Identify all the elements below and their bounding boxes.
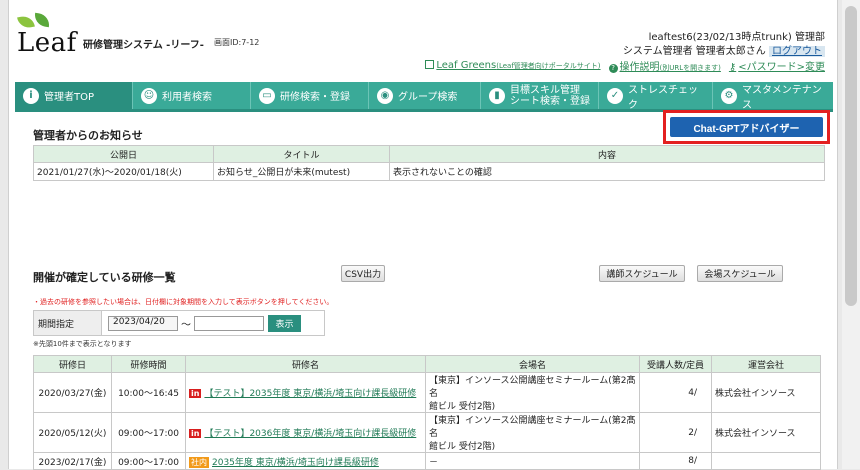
period-label: 期間指定 bbox=[34, 311, 102, 335]
notice-content: 表示されないことの確認 bbox=[389, 162, 825, 181]
column-header: 運営会社 bbox=[711, 355, 821, 373]
nav-admin-top[interactable]: i 管理者TOP bbox=[15, 82, 133, 109]
group-icon: ◉ bbox=[377, 87, 393, 104]
show-button[interactable]: 表示 bbox=[268, 314, 301, 332]
insource-tag: in bbox=[189, 429, 202, 438]
nav-course-search[interactable]: ▭ 研修検索・登録 bbox=[251, 82, 369, 109]
notice-date: 2021/01/27(水)～2020/01/18(火) bbox=[33, 162, 214, 181]
column-header: 研修時間 bbox=[111, 355, 186, 373]
nav-master-maintenance[interactable]: ⚙ マスタメンテナンス bbox=[713, 82, 833, 111]
column-header: 受講人数/定員 bbox=[639, 355, 712, 373]
scrollbar-thumb[interactable] bbox=[845, 6, 857, 306]
course-link[interactable]: 【テスト】2036年度 東京/横浜/埼玉向け課長級研修 bbox=[204, 429, 416, 439]
logout-link[interactable]: ログアウト bbox=[769, 46, 825, 57]
leaf-logo: Leaf bbox=[17, 12, 77, 58]
venue-schedule-button[interactable]: 会場スケジュール bbox=[697, 265, 783, 282]
column-header: 公開日 bbox=[33, 145, 214, 163]
table-row: 2021/01/27(水)～2020/01/18(火) お知らせ_公開日が未来(… bbox=[33, 162, 825, 181]
leaf-greens-link[interactable]: Leaf Greens(Leaf管理者向けポータルサイト) bbox=[425, 60, 601, 71]
user-info: システム管理者 管理者太郎さん ログアウト bbox=[623, 42, 825, 57]
column-header: 内容 bbox=[389, 145, 825, 163]
courses-title: 開催が確定している研修一覧 bbox=[33, 271, 176, 284]
course-link[interactable]: 2035年度 東京/横浜/埼玉向け課長級研修 bbox=[212, 458, 379, 468]
info-icon: i bbox=[23, 87, 39, 104]
main-nav: i 管理者TOP ☺ 利用者検索 ▭ 研修検索・登録 ◉ グループ検索 ▮ 目標スキル管理… bbox=[15, 82, 833, 112]
monitor-icon: ▭ bbox=[259, 87, 275, 104]
scrollbar[interactable] bbox=[842, 0, 860, 469]
period-from-input[interactable]: 2023/04/20 bbox=[108, 315, 178, 331]
gear-icon: ⚙ bbox=[721, 87, 737, 104]
past-course-note: ・過去の研修を参照したい場合は、日付欄に対象期間を入力して表示ボタンを押してくだ… bbox=[33, 298, 334, 306]
page: Leaf 研修管理システム -リーフ- 画面ID:7-12 leaftest6(… bbox=[8, 0, 838, 470]
table-row: 2020/03/27(金) 10:00～16:45 in 【テスト】2035年度 … bbox=[33, 372, 821, 413]
instructor-schedule-button[interactable]: 講師スケジュール bbox=[599, 265, 685, 282]
chat-gpt-advisor-button[interactable]: Chat-GPTアドバイザー bbox=[670, 117, 823, 137]
leaf-icon bbox=[33, 12, 51, 28]
user-tenant: leaftest6(23/02/13時点trunk) 管理部 bbox=[648, 32, 825, 43]
table-row: 2020/05/12(火) 09:00～17:00 in 【テスト】2036年度 … bbox=[33, 412, 821, 453]
period-filter: 期間指定 2023/04/20 ～ 表示 bbox=[33, 310, 325, 336]
course-link[interactable]: 【テスト】2035年度 東京/横浜/埼玉向け課長級研修 bbox=[204, 389, 416, 399]
user-icon: ☺ bbox=[141, 87, 157, 104]
column-header: 研修日 bbox=[33, 355, 112, 373]
table-row: 2023/02/17(金) 09:00～17:00 社内 2035年度 東京/横浜… bbox=[33, 452, 821, 470]
notices-title: 管理者からのお知らせ bbox=[33, 129, 143, 142]
help-icon: ? bbox=[608, 64, 618, 73]
screen-id: 画面ID:7-12 bbox=[214, 38, 260, 47]
period-to-input[interactable] bbox=[194, 315, 264, 331]
user-name: システム管理者 管理者太郎さん bbox=[622, 46, 766, 57]
insource-tag: in bbox=[189, 389, 202, 398]
csv-export-button[interactable]: CSV出力 bbox=[341, 265, 385, 282]
column-header: タイトル bbox=[213, 145, 390, 163]
notice-table: 公開日 タイトル 内容 2021/01/27(水)～2020/01/18(火) … bbox=[33, 145, 825, 181]
nav-skill-sheet[interactable]: ▮ 目標スキル管理 シート検索・登録 bbox=[481, 82, 599, 109]
column-header: 会場名 bbox=[425, 355, 640, 373]
header-links: Leaf Greens(Leaf管理者向けポータルサイト) ? 操作説明(別URL… bbox=[425, 58, 825, 73]
nav-stress-check[interactable]: ✓ ストレスチェック bbox=[599, 82, 713, 111]
external-icon bbox=[425, 60, 435, 69]
chart-icon: ▮ bbox=[489, 87, 505, 104]
max-rows-note: ※先頭10件まで表示となります bbox=[33, 340, 132, 348]
password-change-link[interactable]: ⚷ <パスワード>変更 bbox=[729, 58, 825, 73]
nav-group-search[interactable]: ◉ グループ検索 bbox=[369, 82, 481, 109]
course-table: 研修日 研修時間 研修名 会場名 受講人数/定員 運営会社 2020/03/27… bbox=[33, 355, 821, 470]
key-icon: ⚷ bbox=[728, 62, 737, 73]
notice-title: お知らせ_公開日が未来(mutest) bbox=[213, 162, 390, 181]
tilde: ～ bbox=[181, 319, 191, 331]
in-house-tag: 社内 bbox=[189, 456, 209, 468]
nav-user-search[interactable]: ☺ 利用者検索 bbox=[133, 82, 251, 109]
system-title: 研修管理システム -リーフ- bbox=[83, 40, 204, 51]
column-header: 研修名 bbox=[185, 355, 426, 373]
check-icon: ✓ bbox=[607, 87, 623, 104]
logo-text: Leaf bbox=[17, 28, 77, 58]
manual-link[interactable]: ? 操作説明(別URLを開きます) bbox=[608, 58, 721, 73]
gpt-highlight-frame: Chat-GPTアドバイザー bbox=[663, 110, 830, 144]
